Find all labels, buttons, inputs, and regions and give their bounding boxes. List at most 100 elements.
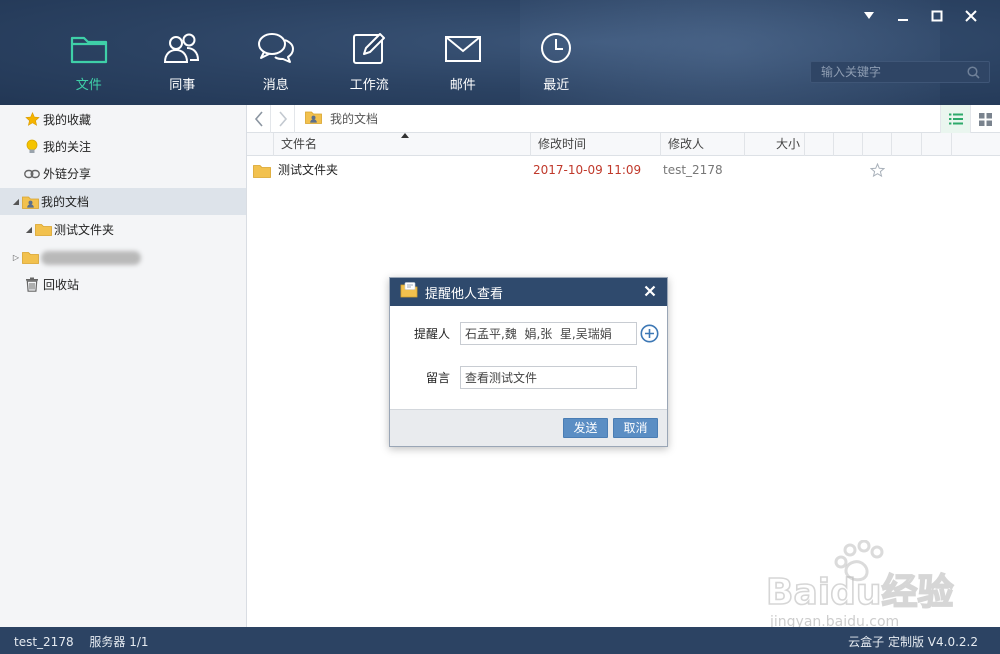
column-header-name[interactable]: 文件名: [274, 133, 531, 156]
mail-icon: [444, 36, 481, 62]
breadcrumb-label: 我的文档: [330, 112, 379, 126]
back-button[interactable]: [247, 104, 271, 133]
folder-icon: [21, 250, 39, 266]
status-version: 云盒子 定制版 V4.0.2.2: [848, 635, 978, 649]
expanded-arrow-icon[interactable]: ◢: [24, 225, 34, 234]
minimize-icon: [898, 19, 908, 21]
search-input[interactable]: [811, 65, 961, 79]
maximize-button[interactable]: [920, 6, 954, 26]
grid-view-button[interactable]: [970, 105, 1000, 133]
column-header-label: 大小: [775, 137, 800, 151]
send-button[interactable]: 发送: [563, 418, 608, 438]
search-box: [810, 61, 990, 83]
recipients-input[interactable]: [460, 322, 637, 345]
status-server: 服务器 1/1: [89, 635, 149, 649]
toolbar: 我的文档: [247, 104, 1000, 133]
remind-icon: [400, 282, 418, 302]
dialog-close-button[interactable]: [642, 283, 658, 299]
status-bar: test_2178 服务器 1/1 云盒子 定制版 V4.0.2.2: [0, 627, 1000, 654]
sidebar-item-hidden-folder[interactable]: ▷: [0, 244, 246, 271]
modified-time: 2017-10-09 11:09: [533, 163, 642, 177]
status-user: test_2178: [14, 635, 74, 649]
nav-workflow[interactable]: 工作流: [323, 0, 417, 105]
status-left: test_2178 服务器 1/1: [14, 633, 149, 650]
sidebar-item-label: 我的文档: [41, 195, 90, 209]
file-table-header: 文件名 修改时间 修改人 大小: [247, 133, 1000, 156]
remind-dialog: 提醒他人查看 提醒人 留言 发送 取消: [389, 277, 668, 447]
bulb-icon: [23, 139, 41, 155]
dialog-footer: 发送 取消: [390, 409, 667, 446]
minimize-button[interactable]: [886, 6, 920, 26]
modifier: test_2178: [663, 163, 723, 177]
nav-files[interactable]: 文件: [42, 0, 136, 105]
sort-asc-icon: [401, 133, 409, 138]
expanded-arrow-icon[interactable]: ◢: [11, 197, 21, 206]
folder-icon: [70, 36, 107, 64]
maximize-icon: [931, 10, 943, 22]
sidebar-item-label: 我的关注: [43, 140, 92, 154]
cancel-button[interactable]: 取消: [613, 418, 658, 438]
file-name: 测试文件夹: [278, 163, 339, 177]
star-icon: [23, 112, 41, 128]
redacted-label: [41, 250, 141, 265]
sidebar-item-following[interactable]: 我的关注: [0, 133, 246, 160]
sidebar-item-label: 回收站: [43, 278, 80, 292]
folder-icon: [34, 222, 52, 238]
sidebar: 我的收藏 我的关注 外链分享 ◢ 我的文档 ◢ 测试文件夹 ▷ 回收站: [0, 105, 247, 627]
column-header-modifier[interactable]: 修改人: [661, 133, 745, 156]
add-recipient-button[interactable]: [640, 324, 659, 343]
column-header-extra: [952, 133, 1000, 156]
recipients-label: 提醒人: [413, 327, 450, 341]
dialog-titlebar[interactable]: 提醒他人查看: [390, 278, 667, 306]
nav-colleagues[interactable]: 同事: [136, 0, 230, 105]
collapsed-arrow-icon[interactable]: ▷: [11, 253, 21, 262]
nav-recent-label: 最近: [543, 78, 570, 93]
clock-icon: [541, 33, 572, 63]
close-window-button[interactable]: [954, 6, 988, 26]
nav-mail[interactable]: 邮件: [416, 0, 510, 105]
favorite-star-icon[interactable]: [869, 162, 886, 178]
watermark-logo: Baidu经验 jingyan.baidu.com: [765, 540, 954, 630]
nav-files-label: 文件: [75, 78, 102, 93]
link-icon: [23, 166, 41, 182]
column-header-extra: [863, 133, 892, 156]
forward-button[interactable]: [271, 104, 295, 133]
sidebar-item-favorites[interactable]: 我的收藏: [0, 106, 246, 133]
nav-messages-label: 消息: [262, 78, 289, 93]
nav-recent[interactable]: 最近: [510, 0, 604, 105]
recipients-row: 提醒人: [390, 322, 659, 345]
caret-down-icon: [864, 12, 874, 19]
main-nav: 文件 同事 消息 工作流 邮件 最近: [42, 0, 603, 105]
sidebar-item-test-folder[interactable]: ◢ 测试文件夹: [0, 216, 246, 243]
sidebar-item-label: 我的收藏: [43, 113, 92, 127]
view-toggle: [940, 105, 1000, 133]
watermark-brand: Baidu经验: [766, 572, 953, 613]
chevron-left-icon: [254, 110, 263, 127]
plus-circle-icon: [640, 324, 659, 343]
column-header-label: 修改时间: [538, 137, 587, 151]
menu-arrow-button[interactable]: [852, 6, 886, 26]
sidebar-item-recycle-bin[interactable]: 回收站: [0, 271, 246, 298]
window-controls: [852, 6, 988, 26]
breadcrumb[interactable]: 我的文档: [305, 110, 378, 127]
nav-colleagues-label: 同事: [169, 78, 196, 93]
sidebar-item-my-docs[interactable]: ◢ 我的文档: [0, 188, 246, 215]
column-header-extra: [922, 133, 952, 156]
search-icon[interactable]: [967, 66, 980, 79]
list-view-button[interactable]: [940, 105, 970, 133]
column-header-size[interactable]: 大小: [745, 133, 805, 156]
sidebar-item-share-links[interactable]: 外链分享: [0, 160, 246, 187]
edit-icon: [353, 33, 386, 64]
dialog-title: 提醒他人查看: [425, 286, 504, 302]
column-header-label: 修改人: [668, 137, 705, 151]
nav-workflow-label: 工作流: [349, 78, 389, 93]
column-spacer: [247, 133, 274, 156]
message-row: 留言: [390, 366, 637, 389]
message-input[interactable]: [460, 366, 637, 389]
column-header-extra: [834, 133, 863, 156]
nav-messages[interactable]: 消息: [229, 0, 323, 105]
column-header-extra: [805, 133, 834, 156]
column-header-modified[interactable]: 修改时间: [531, 133, 661, 156]
colleagues-icon: [164, 33, 200, 63]
table-row[interactable]: 测试文件夹 2017-10-09 11:09 test_2178: [247, 158, 1000, 183]
